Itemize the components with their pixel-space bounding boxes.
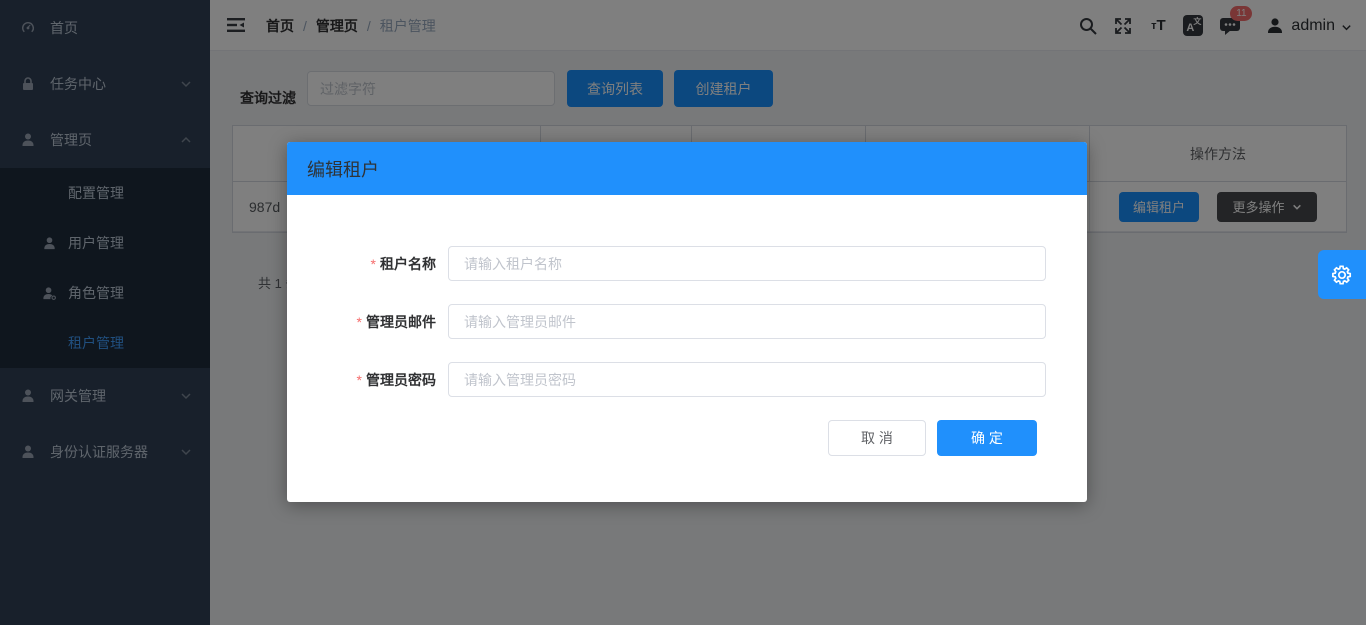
tenant-name-input[interactable] [448,246,1046,281]
tenant-name-label: *租户名称 [287,246,436,282]
admin-password-label: *管理员密码 [287,362,436,398]
required-mark: * [357,314,362,330]
gear-icon [1330,263,1354,287]
modal-footer: 取 消 确 定 [287,420,1087,456]
tenant-name-label-text: 租户名称 [380,256,436,272]
settings-gear-button[interactable] [1318,250,1366,299]
required-mark: * [357,372,362,388]
admin-password-label-text: 管理员密码 [366,372,436,388]
admin-email-label-text: 管理员邮件 [366,314,436,330]
confirm-button[interactable]: 确 定 [937,420,1037,456]
admin-email-input[interactable] [448,304,1046,339]
admin-email-label: *管理员邮件 [287,304,436,340]
edit-tenant-modal: 编辑租户 *租户名称 *管理员邮件 *管理员密码 取 消 确 定 [287,142,1087,502]
modal-title: 编辑租户 [307,156,379,182]
modal-header: 编辑租户 [287,142,1087,195]
cancel-button[interactable]: 取 消 [828,420,926,456]
required-mark: * [371,256,376,272]
admin-password-input[interactable] [448,362,1046,397]
